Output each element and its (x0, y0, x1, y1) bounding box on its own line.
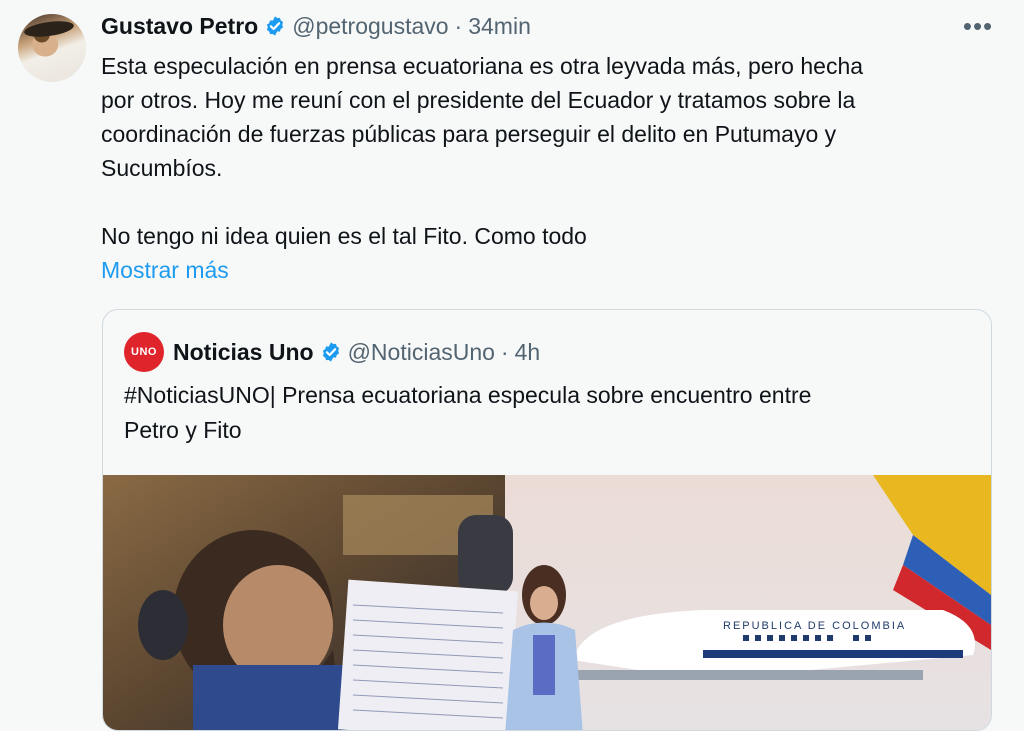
quote-text: #NoticiasUNO| Prensa ecuatoriana especul… (124, 382, 812, 443)
tweet-header: Gustavo Petro @petrogustavo · 34min (101, 10, 531, 42)
quote-header: Noticias Uno @NoticiasUno · 4h (173, 334, 540, 370)
plane-lettering: REPUBLICA DE COLOMBIA (723, 620, 906, 632)
tweet-text: Esta especulación en prensa ecuatoriana … (101, 53, 864, 249)
quote-author-name[interactable]: Noticias Uno (173, 339, 314, 366)
quote-media-image[interactable]: REPUBLICA DE COLOMBIA (103, 475, 991, 730)
quote-author-handle[interactable]: @NoticiasUno (348, 339, 495, 366)
quote-timestamp[interactable]: 4h (515, 339, 541, 366)
tweet-timestamp[interactable]: 34min (468, 13, 531, 40)
tweet[interactable]: Gustavo Petro @petrogustavo · 34min ••• … (0, 0, 1024, 731)
verified-badge-icon (322, 342, 339, 362)
author-name[interactable]: Gustavo Petro (101, 13, 258, 40)
more-options-icon[interactable]: ••• (958, 10, 998, 42)
quote-avatar-logo: UNO (131, 346, 157, 358)
news-image: REPUBLICA DE COLOMBIA (103, 475, 991, 730)
author-handle[interactable]: @petrogustavo (292, 13, 448, 40)
quote-avatar[interactable]: UNO (124, 332, 164, 372)
show-more-link[interactable]: Mostrar más (101, 255, 229, 285)
header-separator: · (454, 12, 463, 39)
quote-separator: · (500, 338, 509, 365)
verified-badge-icon (267, 16, 284, 36)
author-avatar[interactable] (18, 14, 86, 82)
quoted-tweet[interactable]: UNO Noticias Uno @NoticiasUno · 4h #Noti… (102, 309, 992, 731)
